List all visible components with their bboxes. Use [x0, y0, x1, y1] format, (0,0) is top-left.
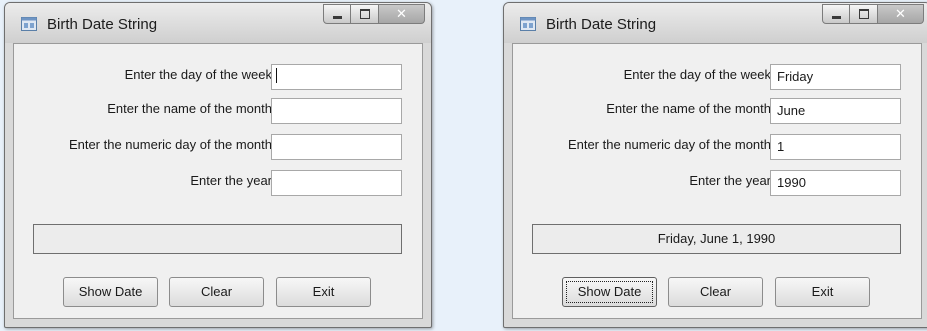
date-output-label: [33, 224, 402, 254]
app-icon: [520, 17, 536, 31]
day-of-week-label: Enter the day of the week: [124, 67, 272, 82]
minimize-button[interactable]: [822, 4, 850, 24]
year-label: Enter the year: [190, 173, 272, 188]
text-caret: [276, 68, 277, 83]
maximize-button[interactable]: [351, 4, 379, 24]
day-of-week-value: Friday: [777, 69, 814, 84]
show-date-button[interactable]: Show Date: [63, 277, 158, 307]
year-value: 1990: [777, 175, 806, 190]
exit-button[interactable]: Exit: [276, 277, 371, 307]
month-name-row: Enter the name of the month June: [513, 98, 921, 124]
day-of-week-row: Enter the day of the week: [14, 64, 422, 90]
numeric-day-label: Enter the numeric day of the month: [68, 137, 272, 152]
month-name-input[interactable]: [271, 98, 402, 124]
numeric-day-value: 1: [777, 139, 785, 154]
minimize-button[interactable]: [323, 4, 351, 24]
window-controls: ✕: [323, 4, 425, 24]
year-input[interactable]: 1990: [770, 170, 901, 196]
window-title: Birth Date String: [546, 16, 657, 33]
window-controls: ✕: [822, 4, 924, 24]
minimize-icon: [831, 15, 841, 19]
day-of-week-input[interactable]: Friday: [770, 64, 901, 90]
close-button[interactable]: ✕: [878, 4, 924, 24]
year-row: Enter the year 1990: [513, 170, 921, 196]
maximize-icon: [359, 9, 370, 19]
month-name-value: June: [777, 103, 806, 118]
month-name-row: Enter the name of the month: [14, 98, 422, 124]
clear-button[interactable]: Clear: [169, 277, 264, 307]
form-client-area: Enter the day of the week Friday Enter t…: [512, 43, 922, 319]
show-date-button[interactable]: Show Date: [562, 277, 657, 307]
close-button[interactable]: ✕: [379, 4, 425, 24]
numeric-day-input[interactable]: [271, 134, 402, 160]
close-icon: ✕: [396, 6, 407, 22]
month-name-input[interactable]: June: [770, 98, 901, 124]
title-bar[interactable]: Birth Date String ✕: [504, 3, 927, 43]
year-input[interactable]: [271, 170, 402, 196]
exit-button[interactable]: Exit: [775, 277, 870, 307]
year-label: Enter the year: [689, 173, 771, 188]
numeric-day-row: Enter the numeric day of the month: [14, 134, 422, 160]
month-name-label: Enter the name of the month: [107, 101, 272, 116]
day-of-week-input[interactable]: [271, 64, 402, 90]
numeric-day-row: Enter the numeric day of the month 1: [513, 134, 921, 160]
birth-date-window-empty: Birth Date String ✕ Enter the day of the…: [4, 2, 432, 328]
month-name-label: Enter the name of the month: [606, 101, 771, 116]
minimize-icon: [332, 15, 342, 19]
close-icon: ✕: [895, 6, 906, 22]
form-client-area: Enter the day of the week Enter the name…: [13, 43, 423, 319]
maximize-button[interactable]: [850, 4, 878, 24]
title-bar[interactable]: Birth Date String ✕: [5, 3, 431, 43]
numeric-day-input[interactable]: 1: [770, 134, 901, 160]
maximize-icon: [858, 9, 869, 19]
date-output-label: Friday, June 1, 1990: [532, 224, 901, 254]
app-icon: [21, 17, 37, 31]
birth-date-window-filled: Birth Date String ✕ Enter the day of the…: [503, 2, 927, 328]
year-row: Enter the year: [14, 170, 422, 196]
window-title: Birth Date String: [47, 16, 158, 33]
day-of-week-label: Enter the day of the week: [623, 67, 771, 82]
clear-button[interactable]: Clear: [668, 277, 763, 307]
day-of-week-row: Enter the day of the week Friday: [513, 64, 921, 90]
numeric-day-label: Enter the numeric day of the month: [567, 137, 771, 152]
